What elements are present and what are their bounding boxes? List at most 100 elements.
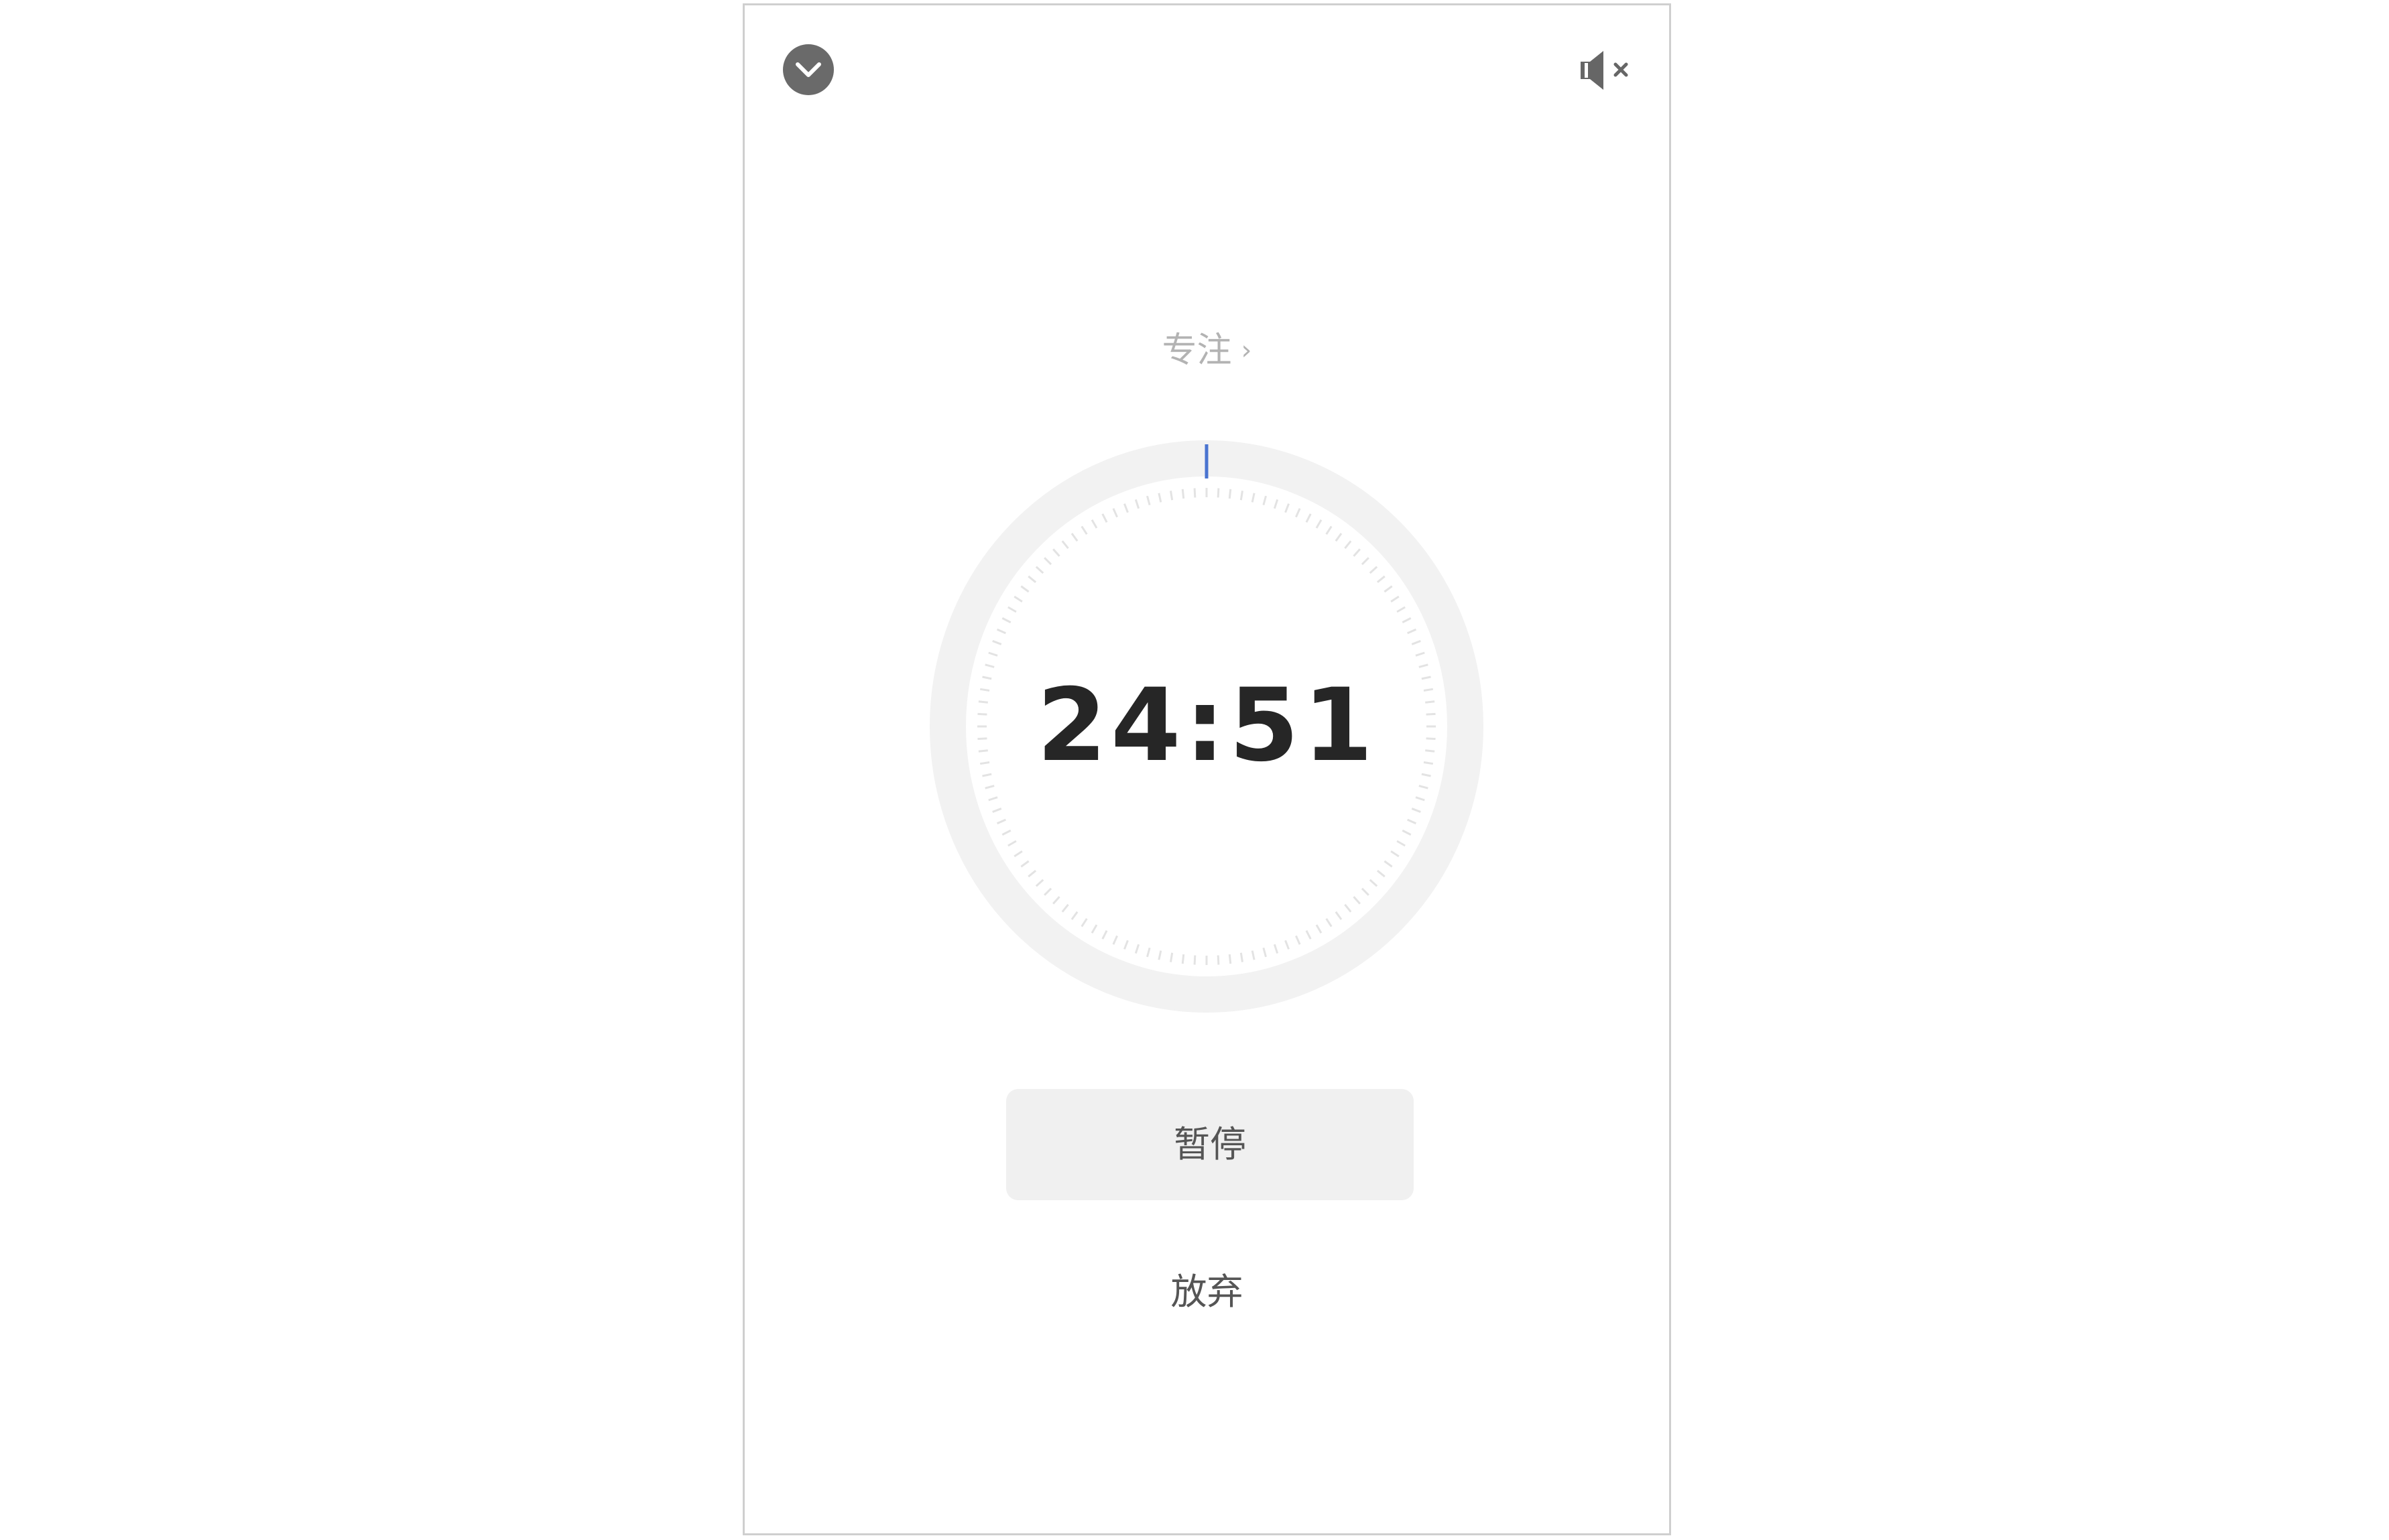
timer-tick (1091, 519, 1098, 529)
timer-tick (1035, 879, 1044, 887)
timer-tick (1091, 924, 1098, 934)
timer-tick (1396, 606, 1406, 613)
timer-tick (1081, 525, 1088, 535)
timer-tick (996, 818, 1006, 825)
timer-tick (1020, 860, 1030, 868)
timer-tick (1193, 955, 1197, 965)
timer-tick (1170, 491, 1174, 501)
timer-tick (1407, 628, 1417, 635)
timer-tick (1181, 954, 1185, 964)
chevron-right-icon: › (1241, 335, 1252, 366)
timer-tick (1007, 840, 1017, 847)
timer-tick (1014, 850, 1023, 858)
timer-tick (1061, 540, 1069, 550)
timer-tick (1134, 499, 1140, 509)
focus-mode-label: 专注 (1162, 330, 1232, 371)
timer-tick (1273, 499, 1279, 509)
timer-tick (1353, 896, 1361, 905)
timer-tick (1251, 493, 1255, 503)
timer-tick (1315, 924, 1323, 934)
timer-tick (1217, 955, 1220, 965)
timer-tick (1170, 952, 1174, 962)
timer-tick (1418, 785, 1428, 789)
timer-tick (1369, 879, 1378, 887)
timer-tick (1376, 870, 1386, 878)
timer-tick (1251, 950, 1255, 960)
timer-tick (1262, 495, 1267, 506)
timer-tick (1239, 491, 1243, 501)
mute-toggle-button[interactable] (1578, 47, 1634, 94)
timer-tick (1228, 954, 1232, 964)
timer-tick (1376, 575, 1386, 583)
timer-tick (1411, 808, 1421, 813)
timer-tick (1044, 557, 1052, 566)
timer-tick (1262, 947, 1267, 958)
timer-tick (985, 785, 995, 789)
timer-tick (1335, 533, 1343, 542)
timer-tick (1415, 796, 1425, 801)
timer-tick (1411, 640, 1421, 645)
timer-tick (992, 640, 1002, 645)
timer-tick (1158, 950, 1162, 960)
timer-tick (1217, 488, 1220, 498)
timer-tick (1146, 495, 1151, 506)
timer-tick (1070, 911, 1079, 920)
timer-tick (1020, 585, 1030, 593)
timer-tick (1044, 887, 1052, 896)
timer-tick (1001, 829, 1012, 836)
timer-tick (1344, 903, 1352, 913)
focus-mode-selector[interactable]: 专注 › (745, 327, 1669, 374)
collapse-button[interactable] (783, 44, 834, 95)
timer-tick (1335, 911, 1343, 920)
timer-tick (1001, 617, 1012, 624)
timer-tick (1123, 940, 1129, 950)
timer-tick (1361, 557, 1369, 566)
timer-tick (1035, 566, 1044, 574)
timer-tick (1028, 575, 1037, 583)
timer-tick (1353, 548, 1361, 557)
timer-tick (1181, 489, 1185, 499)
timer-tick (1418, 663, 1428, 668)
timer-tick (1369, 566, 1378, 574)
timer-tick (1396, 840, 1406, 847)
speaker-muted-icon (1581, 51, 1628, 90)
timer-tick (1325, 525, 1333, 535)
timer-tick (1384, 585, 1393, 593)
timer-tick (1028, 870, 1037, 878)
timer-tick (1070, 533, 1079, 542)
timer-tick (1239, 952, 1243, 962)
timer-tick (1052, 548, 1060, 557)
timer-tick (1228, 489, 1232, 499)
timer-tick (1284, 503, 1290, 513)
abandon-button[interactable]: 放弃 (745, 1265, 1669, 1319)
timer-tick (1295, 935, 1301, 945)
timer-tick (1101, 513, 1108, 523)
timer-tick (988, 651, 998, 657)
timer-tick (1123, 503, 1129, 513)
timer-tick (988, 796, 998, 801)
timer-tick (1014, 595, 1023, 602)
timer-tick (1390, 850, 1400, 858)
timer-tick (985, 663, 995, 668)
timer-tick (1146, 947, 1151, 958)
timer-tick (1402, 829, 1412, 836)
timer-tick (1361, 887, 1369, 896)
timer-tick (1344, 540, 1352, 550)
timer-tick (1390, 595, 1400, 602)
timer-tick (1007, 606, 1017, 613)
timer-tick (1415, 651, 1425, 657)
timer-countdown: 24:51 (1036, 667, 1377, 784)
timer-tick (1402, 617, 1412, 624)
focus-timer-window: 专注 › 24:51 暂停 放弃 (743, 3, 1671, 1535)
timer-tick (1305, 930, 1312, 940)
timer-tick (1407, 818, 1417, 825)
timer-tick (1325, 918, 1333, 927)
pause-button[interactable]: 暂停 (1006, 1089, 1414, 1200)
timer-tick (1101, 930, 1108, 940)
timer-tick (1112, 508, 1118, 518)
timer-tick (1295, 508, 1301, 518)
timer-tick (1193, 488, 1197, 498)
timer-tick (996, 628, 1006, 635)
timer-tick (1112, 935, 1118, 945)
chevron-down-icon (796, 62, 821, 77)
